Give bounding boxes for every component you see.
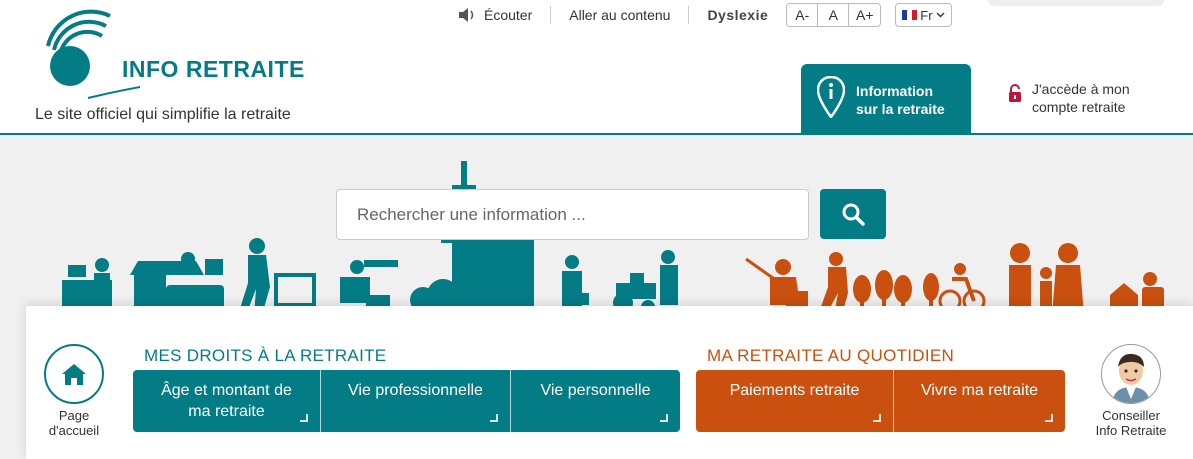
chevron-down-icon	[936, 12, 945, 18]
nav-btn-line1: Vie personnelle	[540, 382, 651, 399]
pension-payments-button[interactable]: Paiements retraite	[696, 370, 894, 432]
info-tab-line1: Information	[856, 83, 933, 99]
site-header: INFO RETRAITE Le site officiel qui simpl…	[0, 0, 1193, 134]
font-smaller-button[interactable]: A-	[787, 4, 819, 26]
account-line1: J'accède à mon	[1032, 81, 1130, 97]
home-label-line2: d'accueil	[48, 423, 100, 438]
nav-btn-line1: Âge et montant de	[161, 382, 292, 399]
account-topbar-tab	[988, 0, 1164, 6]
age-amount-button[interactable]: Âge et montant de ma retraite	[133, 370, 321, 432]
logo-text: INFO RETRAITE	[122, 56, 305, 82]
corner-arrow-icon	[873, 414, 881, 422]
site-logo[interactable]: INFO RETRAITE	[30, 6, 304, 102]
advisor-avatar-icon	[1112, 353, 1150, 403]
rights-button-group: Âge et montant de ma retraite Vie profes…	[133, 370, 680, 432]
home-label: Page d'accueil	[44, 408, 104, 438]
advisor-line2: Info Retraite	[1095, 423, 1167, 438]
account-link[interactable]: J'accède à mon compte retraite	[1008, 80, 1130, 116]
language-select[interactable]: Fr	[895, 3, 952, 27]
location-info-icon	[817, 76, 845, 118]
personal-life-button[interactable]: Vie personnelle	[511, 370, 680, 432]
listen-link[interactable]: Écouter	[440, 4, 550, 26]
search-input[interactable]	[336, 189, 809, 240]
info-tab-label: Information sur la retraite	[856, 82, 945, 118]
site-tagline: Le site officiel qui simplifie la retrai…	[35, 106, 291, 123]
font-larger-button[interactable]: A+	[849, 4, 881, 26]
france-flag-icon	[902, 10, 918, 20]
advisor-avatar	[1101, 344, 1161, 404]
font-size-controls: A- A A+	[786, 3, 882, 27]
home-icon	[62, 364, 86, 385]
language-label: Fr	[920, 7, 933, 23]
nav-btn-line1: Paiements retraite	[729, 382, 860, 399]
skip-to-content-link[interactable]: Aller au contenu	[551, 4, 688, 26]
advisor-line1: Conseiller	[1102, 408, 1160, 423]
nav-btn-line1: Vivre ma retraite	[920, 382, 1039, 399]
daily-button-group: Paiements retraite Vivre ma retraite	[696, 370, 1065, 432]
corner-arrow-icon	[490, 414, 498, 422]
lock-icon	[1009, 84, 1021, 102]
live-retirement-button[interactable]: Vivre ma retraite	[894, 370, 1065, 432]
dyslexia-toggle[interactable]: Dyslexie	[689, 7, 786, 23]
advisor-link[interactable]: Conseiller Info Retraite	[1090, 344, 1172, 438]
corner-arrow-icon	[660, 414, 668, 422]
home-label-line1: Page	[58, 408, 90, 423]
account-label: J'accède à mon compte retraite	[1032, 80, 1130, 116]
search-button[interactable]	[820, 189, 886, 239]
daily-section-title: MA RETRAITE AU QUOTIDIEN	[707, 346, 955, 365]
search-icon	[842, 203, 865, 226]
font-normal-button[interactable]: A	[818, 4, 850, 26]
rights-section-title: MES DROITS À LA RETRAITE	[144, 346, 387, 365]
nav-btn-line2: ma retraite	[188, 403, 265, 420]
corner-arrow-icon	[300, 414, 308, 422]
home-circle	[44, 344, 104, 404]
logo-mark-icon	[46, 9, 271, 99]
nav-btn-line1: Vie professionnelle	[348, 382, 483, 399]
info-tab-line2: sur la retraite	[856, 101, 945, 117]
account-line2: compte retraite	[1032, 99, 1126, 115]
skip-label: Aller au contenu	[569, 7, 671, 23]
page: INFO RETRAITE Le site officiel qui simpl…	[0, 0, 1193, 459]
professional-life-button[interactable]: Vie professionnelle	[321, 370, 511, 432]
home-link[interactable]: Page d'accueil	[44, 344, 104, 438]
advisor-label: Conseiller Info Retraite	[1090, 408, 1172, 438]
listen-label: Écouter	[484, 7, 533, 23]
info-retraite-tab[interactable]: Information sur la retraite	[801, 64, 971, 134]
corner-arrow-icon	[1045, 414, 1053, 422]
utility-bar: Écouter Aller au contenu Dyslexie A- A A…	[440, 0, 952, 30]
speaker-icon	[459, 8, 474, 22]
